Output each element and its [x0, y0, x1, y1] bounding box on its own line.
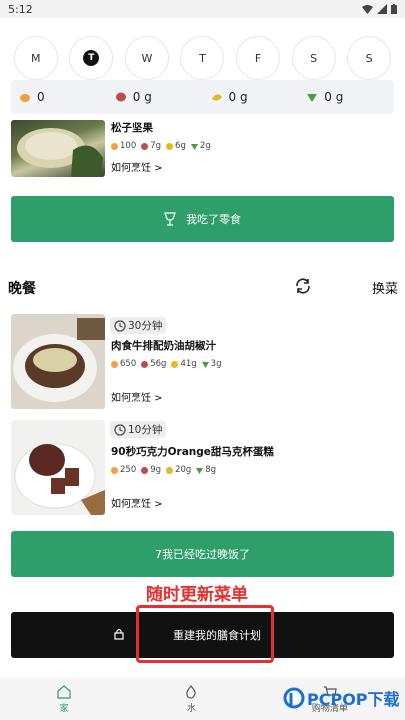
- fat-icon: [201, 361, 209, 368]
- protein-icon: [141, 360, 149, 368]
- protein-icon: [141, 142, 149, 150]
- ate-dinner-button[interactable]: 7我已经吃过晚饭了: [11, 531, 394, 577]
- watermark: PCPOP下载: [283, 686, 400, 710]
- carb-icon: [171, 360, 179, 368]
- status-bar: 5:12: [0, 0, 405, 18]
- dinner-item-nutrition: 250 9g 20g 8g: [111, 465, 274, 475]
- day-selector: M T W T F S S: [0, 36, 405, 80]
- day-sun[interactable]: S: [347, 36, 392, 80]
- calorie-icon: [111, 142, 118, 150]
- carb-icon: [166, 466, 174, 474]
- snack-name: 松子坚果: [111, 122, 153, 134]
- dinner-item-name: 90秒巧克力Orange甜马克杯蛋糕: [111, 446, 274, 458]
- clock-icon: [114, 423, 126, 436]
- macro-carbs: 0 g: [203, 90, 299, 104]
- snack-image: [11, 120, 105, 177]
- steak-image: [11, 314, 105, 409]
- fat-icon: [190, 143, 198, 150]
- calorie-icon: [111, 466, 118, 474]
- day-tue[interactable]: T: [69, 36, 114, 80]
- ate-dinner-label: 7我已经吃过晚饭了: [155, 548, 250, 561]
- annotation-highlight-box: [136, 605, 274, 663]
- pcpop-logo-icon: [283, 687, 305, 709]
- macro-protein: 0 g: [107, 90, 203, 104]
- home-icon: [57, 684, 71, 699]
- protein-icon: [115, 92, 126, 102]
- water-drop-icon: [186, 684, 197, 699]
- ate-snack-label: 我吃了零食: [186, 213, 241, 226]
- carb-icon: [211, 94, 222, 101]
- snack-item[interactable]: 松子坚果 100 7g 6g 2g 如何烹饪 >: [11, 120, 211, 177]
- wifi-icon: [362, 5, 373, 14]
- day-fri[interactable]: F: [236, 36, 281, 80]
- refresh-icon[interactable]: [294, 277, 312, 295]
- battery-icon: [391, 4, 397, 14]
- cook-time-badge: 10分钟: [110, 421, 167, 438]
- dinner-item-nutrition: 650 56g 41g 3g: [111, 359, 221, 369]
- signal-icon: [377, 4, 387, 14]
- fat-icon: [307, 94, 318, 102]
- cook-time-badge: 30分钟: [110, 317, 167, 334]
- day-sat[interactable]: S: [291, 36, 336, 80]
- cake-image: [11, 420, 105, 515]
- annotation-text: 随时更新菜单: [146, 585, 248, 605]
- lock-icon: [114, 628, 124, 640]
- dinner-item-name: 肉食牛排配奶油胡椒汁: [111, 340, 216, 352]
- clock-icon: [114, 319, 126, 332]
- status-time: 5:12: [8, 2, 33, 16]
- snack-how-to-cook-link[interactable]: 如何烹饪 >: [111, 159, 211, 174]
- tab-home[interactable]: 家: [57, 684, 71, 714]
- tab-water[interactable]: 水: [185, 684, 197, 714]
- fat-icon: [196, 467, 204, 474]
- day-thu[interactable]: T: [180, 36, 225, 80]
- macro-fat: 0 g: [298, 90, 394, 104]
- meal-title: 晚餐: [8, 281, 36, 297]
- protein-icon: [141, 466, 149, 474]
- day-mon[interactable]: M: [13, 36, 58, 80]
- carb-icon: [166, 142, 174, 150]
- dinner-how-to-cook-link[interactable]: 如何烹饪 >: [111, 389, 221, 404]
- macro-summary: 0 0 g 0 g 0 g: [11, 80, 394, 114]
- calorie-icon: [20, 94, 30, 102]
- dinner-how-to-cook-link[interactable]: 如何烹饪 >: [111, 495, 274, 510]
- snack-nutrition: 100 7g 6g 2g: [111, 141, 211, 151]
- swap-dish-button[interactable]: 换菜: [372, 278, 398, 297]
- day-wed[interactable]: W: [124, 36, 169, 80]
- macro-calories: 0: [11, 90, 107, 104]
- snack-icon: [164, 212, 176, 226]
- ate-snack-button[interactable]: 我吃了零食: [11, 196, 394, 242]
- calorie-icon: [111, 360, 118, 368]
